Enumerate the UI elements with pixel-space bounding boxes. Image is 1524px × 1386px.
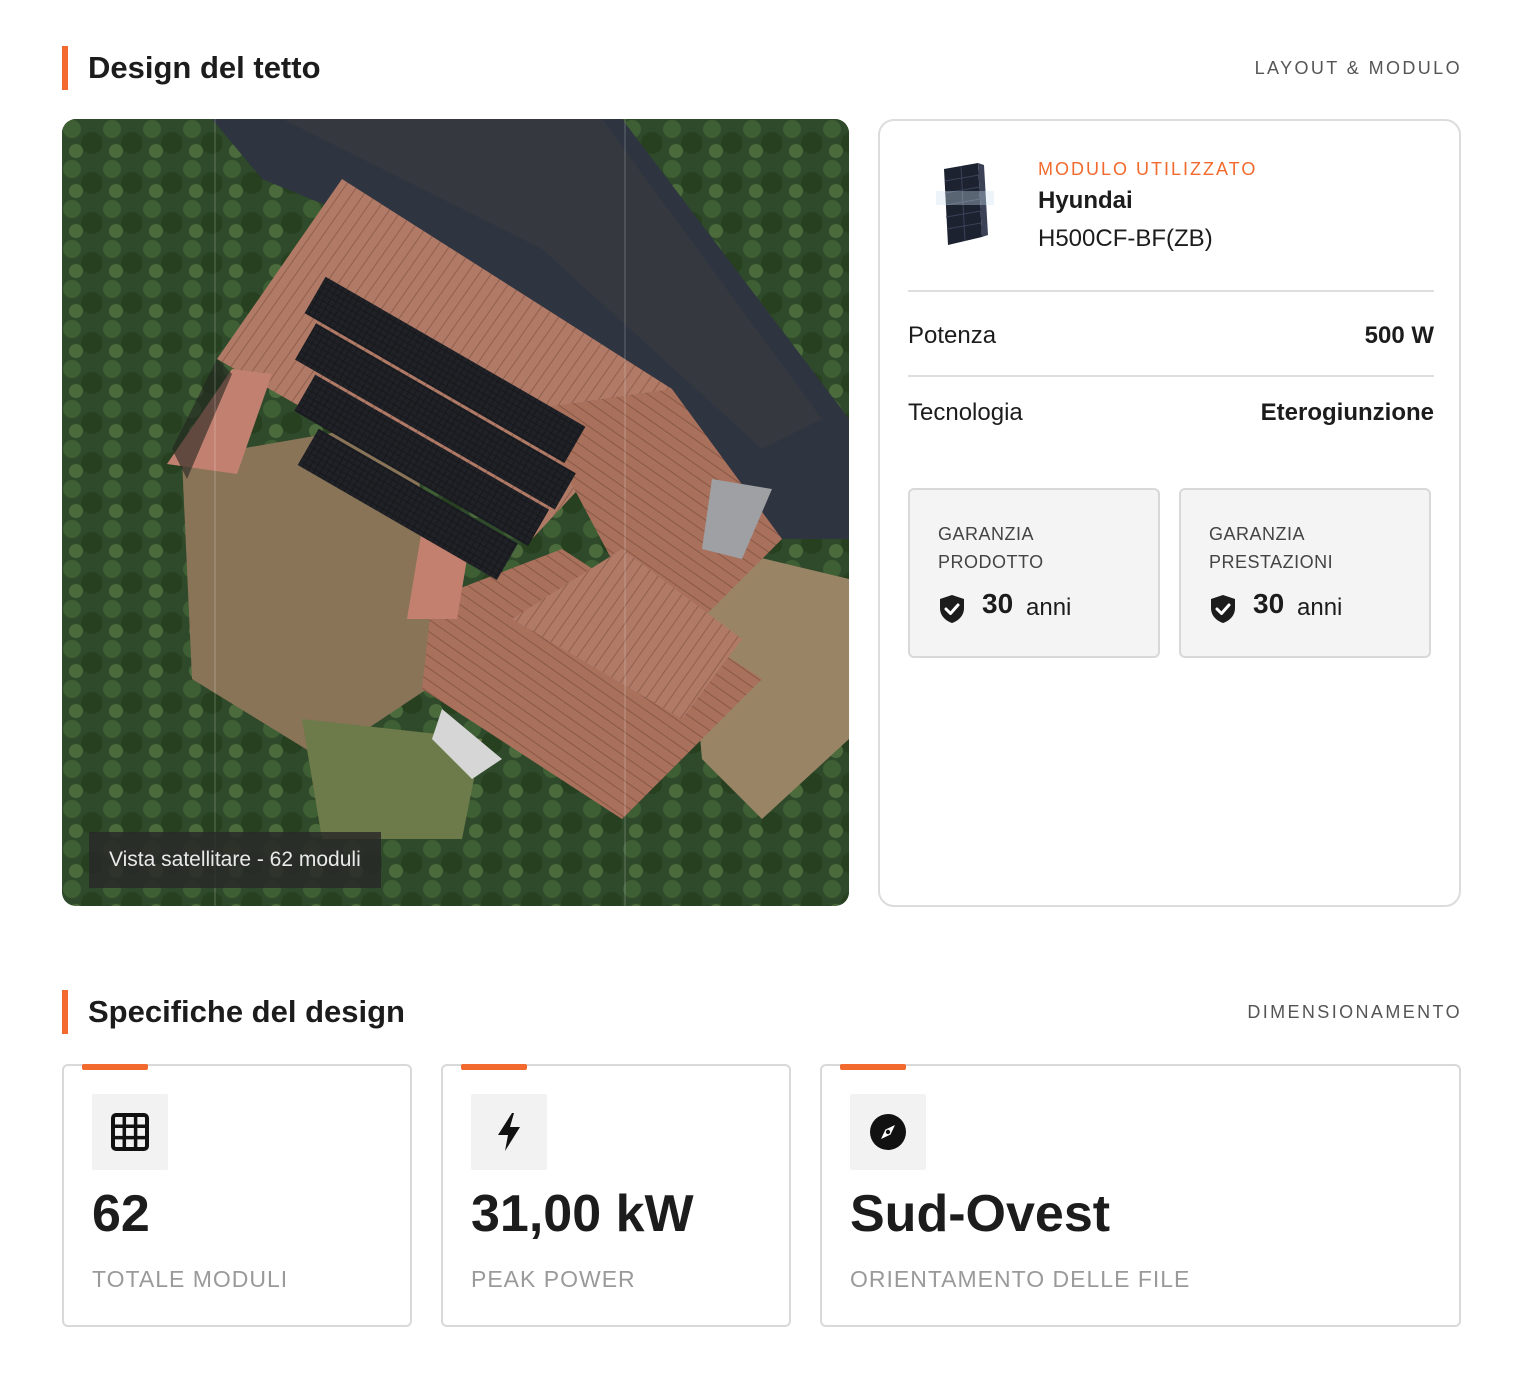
icon-box bbox=[92, 1094, 168, 1170]
card-accent bbox=[840, 1064, 906, 1070]
section-title: Design del tetto bbox=[88, 50, 321, 85]
card-accent bbox=[82, 1064, 148, 1070]
stat-card-orientation: Sud-Ovest ORIENTAMENTO DELLE FILE bbox=[820, 1064, 1461, 1327]
bolt-icon bbox=[498, 1113, 520, 1151]
warranty-unit: anni bbox=[1297, 594, 1343, 621]
shield-check-icon bbox=[940, 595, 964, 623]
grid-icon bbox=[111, 1113, 149, 1151]
stat-caption: TOTALE MODULI bbox=[92, 1266, 289, 1292]
spec-row-tecnologia: Tecnologia Eterogiunzione bbox=[908, 399, 1434, 431]
spec-value: 500 W bbox=[1364, 322, 1434, 349]
module-eyebrow: MODULO UTILIZZATO bbox=[1038, 159, 1258, 179]
card-accent bbox=[461, 1064, 527, 1070]
warranty-years: 30 bbox=[982, 588, 1014, 619]
section-title: Specifiche del design bbox=[88, 994, 405, 1029]
stat-card-peak-power: 31,00 kW PEAK POWER bbox=[441, 1064, 791, 1327]
spec-row-potenza: Potenza 500 W bbox=[908, 322, 1434, 354]
stat-value: 62 bbox=[92, 1185, 150, 1243]
solar-panel-icon bbox=[936, 163, 994, 245]
compass-icon bbox=[870, 1114, 906, 1150]
warranty-performance-card: GARANZIA PRESTAZIONI 30 anni bbox=[1179, 488, 1431, 658]
warranty-label: GARANZIA PRODOTTO bbox=[938, 524, 1044, 572]
warranty-label: GARANZIA PRESTAZIONI bbox=[1209, 524, 1334, 572]
divider bbox=[908, 290, 1434, 292]
satellite-map[interactable]: Vista satellitare - 62 moduli bbox=[62, 119, 849, 906]
stat-value: 31,00 kW bbox=[471, 1185, 694, 1243]
module-model: H500CF-BF(ZB) bbox=[1038, 225, 1213, 252]
section-accent-bar bbox=[62, 46, 68, 90]
stat-card-modules: 62 TOTALE MODULI bbox=[62, 1064, 412, 1327]
section-label: LAYOUT & MODULO bbox=[1254, 58, 1462, 78]
warranty-product-card: GARANZIA PRODOTTO 30 anni bbox=[908, 488, 1160, 658]
section-label: DIMENSIONAMENTO bbox=[1247, 1002, 1462, 1022]
stat-value: Sud-Ovest bbox=[850, 1185, 1111, 1243]
warranty-years: 30 bbox=[1253, 588, 1285, 619]
icon-box bbox=[471, 1094, 547, 1170]
stat-caption: PEAK POWER bbox=[471, 1266, 636, 1292]
divider bbox=[908, 375, 1434, 377]
roof-section-header: Design del tetto LAYOUT & MODULO bbox=[62, 46, 1462, 92]
module-brand: Hyundai bbox=[1038, 187, 1133, 214]
spec-value: Eterogiunzione bbox=[1260, 399, 1434, 426]
icon-box bbox=[850, 1094, 926, 1170]
stat-caption: ORIENTAMENTO DELLE FILE bbox=[850, 1266, 1191, 1292]
spec-label: Potenza bbox=[908, 322, 997, 349]
section-accent-bar bbox=[62, 990, 68, 1034]
spec-label: Tecnologia bbox=[908, 399, 1023, 426]
satellite-image bbox=[62, 119, 849, 906]
warranty-unit: anni bbox=[1026, 594, 1072, 621]
specs-section-header: Specifiche del design DIMENSIONAMENTO bbox=[62, 990, 1462, 1036]
shield-check-icon bbox=[1211, 595, 1235, 623]
map-caption: Vista satellitare - 62 moduli bbox=[89, 832, 381, 888]
module-card: MODULO UTILIZZATO Hyundai H500CF-BF(ZB) … bbox=[878, 119, 1461, 907]
